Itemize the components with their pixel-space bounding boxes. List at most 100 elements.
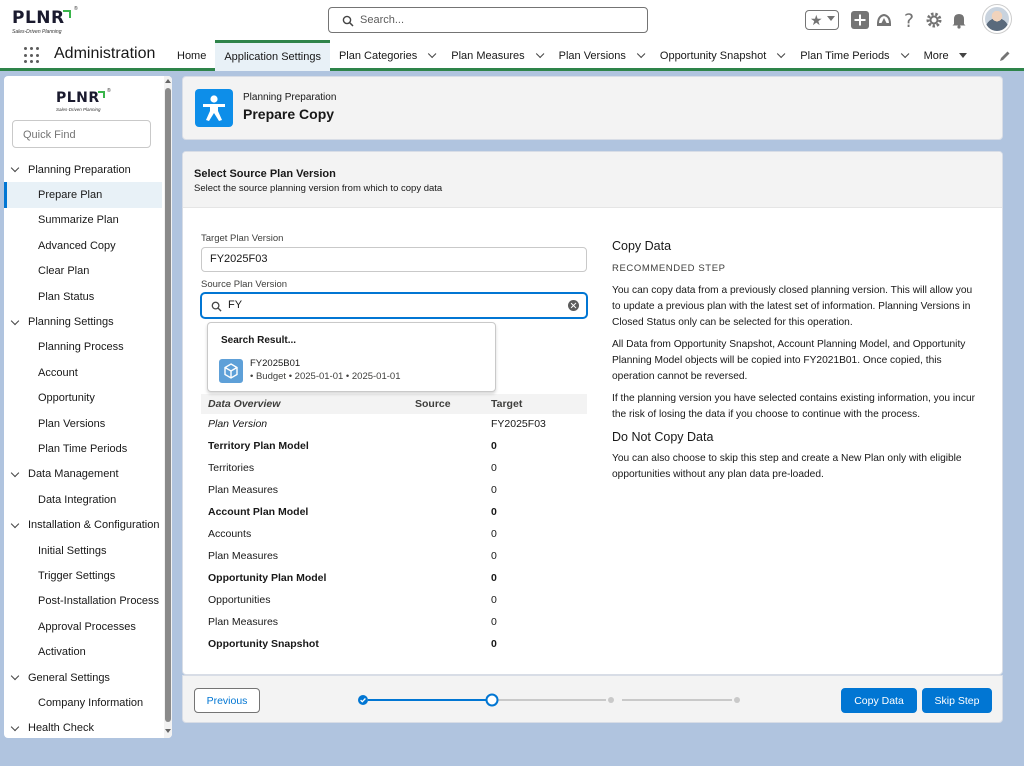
sidebar-group-planning-settings[interactable]: Planning Settings — [4, 309, 162, 334]
pencil-edit-icon[interactable] — [999, 50, 1011, 62]
chevron-down-icon[interactable] — [636, 49, 646, 58]
sidebar-item-plan-versions[interactable]: Plan Versions — [4, 411, 162, 436]
app-launcher-icon[interactable] — [24, 47, 41, 64]
add-icon[interactable] — [850, 10, 870, 30]
sidebar-group-planning-preparation[interactable]: Planning Preparation — [4, 157, 162, 182]
sidebar-item-label: Plan Time Periods — [38, 442, 128, 455]
sidebar-item-initial-settings[interactable]: Initial Settings — [4, 538, 162, 563]
nav-tab-plan-categories[interactable]: Plan Categories — [330, 40, 442, 71]
user-avatar[interactable] — [983, 5, 1011, 33]
quick-find-input[interactable]: Quick Find — [12, 120, 151, 148]
plnr-logo[interactable]: PLNR ® Sales-Driven Planning — [12, 6, 82, 36]
chevron-down-icon[interactable] — [900, 49, 909, 58]
row-target-value: 0 — [491, 550, 497, 562]
copy-data-button[interactable]: Copy Data — [841, 688, 917, 713]
sidebar-item-summarize-plan[interactable]: Summarize Plan — [4, 208, 162, 233]
search-results-heading: Search Result... — [221, 335, 297, 346]
scroll-down-arrow-icon[interactable] — [165, 729, 171, 733]
step-1-complete-check-icon[interactable] — [358, 695, 368, 705]
sidebar-item-advanced-copy[interactable]: Advanced Copy — [4, 233, 162, 258]
nav-tab-label: Plan Measures — [451, 49, 525, 62]
nav-tab-home[interactable]: Home — [168, 40, 215, 71]
sidebar-item-label: Clear Plan — [38, 265, 90, 278]
sidebar-item-trigger-settings[interactable]: Trigger Settings — [4, 563, 162, 588]
nav-tab-more[interactable]: More — [915, 40, 976, 71]
target-plan-version-label: Target Plan Version — [201, 233, 284, 244]
row-label: Opportunity Snapshot — [208, 638, 319, 650]
sidebar-item-label: Trigger Settings — [38, 569, 116, 582]
sidebar-group-label: Installation & Configuration — [28, 519, 160, 532]
search-icon — [211, 301, 222, 312]
search-results-dropdown: Search Result... FY2025B01 • Budget • 20… — [207, 322, 496, 392]
chevron-down-icon[interactable] — [428, 49, 437, 58]
star-icon: ★ — [810, 12, 823, 28]
skip-step-button[interactable]: Skip Step — [922, 688, 992, 713]
chevron-down-icon[interactable] — [535, 49, 544, 58]
row-target-value: 0 — [491, 528, 497, 540]
sidebar-item-label: Summarize Plan — [38, 214, 119, 227]
sidebar-item-prepare-plan[interactable]: Prepare Plan — [4, 182, 162, 208]
wizard-footer: Previous Copy Data Skip Step — [182, 675, 1003, 723]
copy-info-panel: Copy Data RECOMMENDED STEP You can copy … — [612, 238, 982, 489]
nav-tabs: Home Application Settings Plan Categorie… — [168, 40, 976, 71]
data-overview-table: Data Overview Source Target Plan Version… — [201, 394, 587, 656]
gear-icon[interactable] — [924, 10, 944, 30]
help-icon[interactable]: ? — [899, 10, 919, 30]
sidebar-item-company-information[interactable]: Company Information — [4, 690, 162, 715]
nav-tab-label: Application Settings — [224, 51, 321, 63]
chevron-down-icon[interactable] — [777, 49, 786, 58]
step-2-current-marker[interactable] — [485, 693, 499, 707]
step-progress-indicator — [358, 693, 748, 707]
sidebar-item-plan-status[interactable]: Plan Status — [4, 284, 162, 309]
sidebar-item-clear-plan[interactable]: Clear Plan — [4, 259, 162, 284]
sidebar-group-data-management[interactable]: Data Management — [4, 462, 162, 487]
copy-wizard-card: Select Source Plan Version Select the so… — [182, 151, 1003, 675]
clear-input-icon[interactable] — [568, 300, 579, 311]
sidebar-item-approval-processes[interactable]: Approval Processes — [4, 614, 162, 639]
sidebar-group-health-check[interactable]: Health Check — [4, 716, 162, 738]
nav-tab-opportunity-snapshot[interactable]: Opportunity Snapshot — [651, 40, 791, 71]
section-subtitle: Select the source planning version from … — [194, 183, 443, 194]
notification-bell-icon[interactable] — [949, 10, 969, 30]
table-row: Plan Measures 0 — [201, 612, 587, 634]
target-plan-version-field[interactable]: FY2025F03 — [201, 247, 587, 272]
chevron-down-icon — [10, 722, 20, 732]
row-label: Accounts — [208, 528, 252, 540]
step-3-marker[interactable] — [608, 697, 614, 703]
sidebar-item-plan-time-periods[interactable]: Plan Time Periods — [4, 436, 162, 461]
sidebar-item-opportunity[interactable]: Opportunity — [4, 386, 162, 411]
trailhead-icon[interactable] — [874, 10, 894, 30]
row-label: Plan Measures — [208, 484, 279, 496]
previous-button[interactable]: Previous — [194, 688, 260, 713]
chevron-down-icon — [10, 316, 20, 325]
sidebar-item-planning-process[interactable]: Planning Process — [4, 335, 162, 360]
sidebar-item-post-installation-process[interactable]: Post-Installation Process — [4, 589, 162, 614]
scroll-up-arrow-icon[interactable] — [165, 79, 171, 83]
logo-registered-mark: ® — [107, 88, 111, 94]
source-plan-version-search-input[interactable]: FY — [201, 293, 587, 318]
target-plan-version-value: FY2025F03 — [210, 253, 268, 265]
sidebar-item-label: Activation — [38, 646, 86, 659]
nav-tab-application-settings[interactable]: Application Settings — [215, 40, 330, 71]
row-target-value: 0 — [491, 616, 497, 628]
sidebar-group-installation-configuration[interactable]: Installation & Configuration — [4, 512, 162, 537]
table-row: Plan Version FY2025F03 — [201, 414, 587, 436]
step-4-marker[interactable] — [734, 697, 740, 703]
sidebar-item-activation[interactable]: Activation — [4, 639, 162, 664]
nav-tab-plan-measures[interactable]: Plan Measures — [442, 40, 549, 71]
sidebar-group-label: Planning Preparation — [28, 163, 131, 176]
favorites-button[interactable]: ★ — [805, 10, 839, 30]
progress-bar-completed — [368, 699, 488, 701]
scrollbar-thumb[interactable] — [165, 88, 171, 722]
global-search-input[interactable]: Search... — [328, 7, 648, 33]
nav-tab-plan-versions[interactable]: Plan Versions — [550, 40, 651, 71]
sidebar-item-label: Approval Processes — [38, 620, 136, 633]
sidebar-item-account[interactable]: Account — [4, 360, 162, 385]
sidebar-group-general-settings[interactable]: General Settings — [4, 665, 162, 690]
row-target-value: 0 — [491, 440, 497, 452]
sidebar-item-label: Prepare Plan — [38, 189, 103, 202]
sidebar-scrollbar[interactable] — [164, 76, 172, 738]
nav-tab-plan-time-periods[interactable]: Plan Time Periods — [791, 40, 914, 71]
sidebar-item-data-integration[interactable]: Data Integration — [4, 487, 162, 512]
page-title: Prepare Copy — [243, 106, 335, 122]
